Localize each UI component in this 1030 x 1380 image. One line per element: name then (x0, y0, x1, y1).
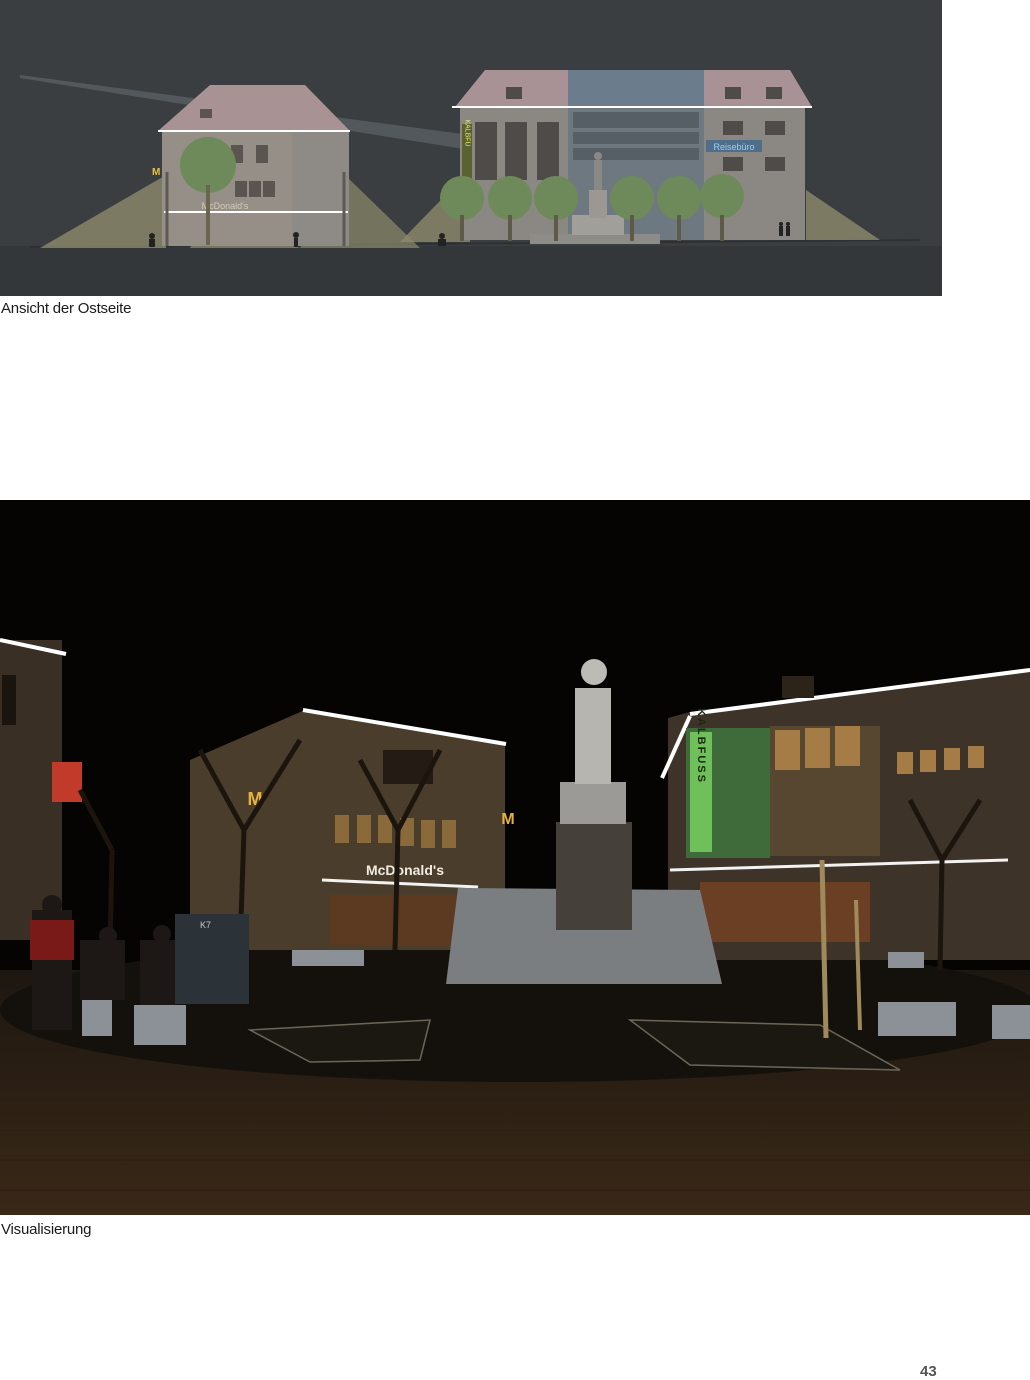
mcdonalds-logo-right: M (501, 811, 514, 828)
reisebuero-sign: Reisebüro (713, 142, 754, 152)
visualization-caption: Visualisierung (1, 1221, 92, 1238)
elevation-illustration: McDonald's M KALBFU Reisebüro (0, 0, 942, 296)
visualization-image: McDonald's M M KALBFUSS K7 (0, 500, 1030, 1215)
kalbfuss-vertical-sign: KALBFUSS (695, 708, 707, 784)
mcdonalds-logo: M (152, 167, 160, 178)
kalbfuss-sign: KALBFU (464, 119, 471, 146)
mcdonalds-facade-sign: McDonald's (366, 862, 444, 878)
kiosk-label: K7 (200, 920, 211, 930)
visualization-illustration: McDonald's M M KALBFUSS K7 (0, 500, 1030, 1215)
page-number: 43 (920, 1363, 937, 1380)
elevation-drawing: McDonald's M KALBFU Reisebüro (0, 0, 942, 296)
elevation-caption: Ansicht der Ostseite (1, 300, 132, 317)
